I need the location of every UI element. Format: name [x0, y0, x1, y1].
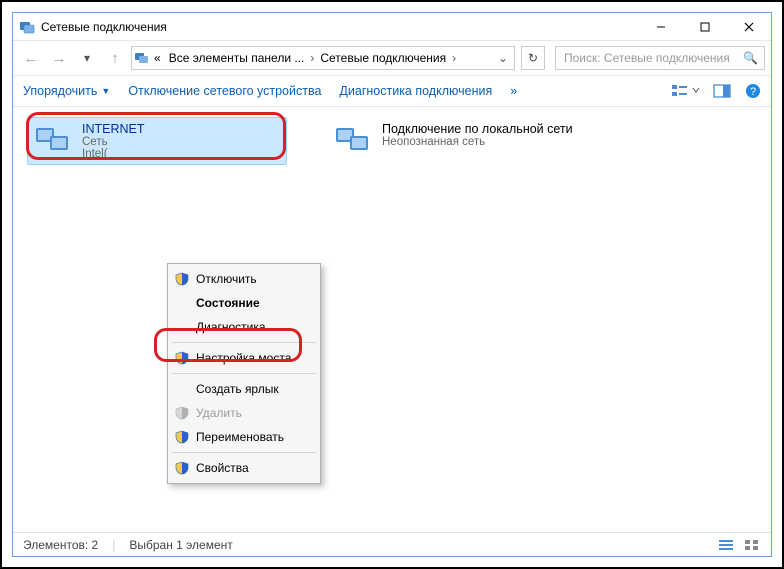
- ctx-status[interactable]: Состояние: [170, 291, 318, 315]
- chevron-down-icon: ▼: [101, 86, 110, 96]
- ctx-create-shortcut[interactable]: Создать ярлык: [170, 377, 318, 401]
- help-button[interactable]: ?: [745, 83, 761, 99]
- content-area[interactable]: INTERNET Сеть Intel( Подключение по лока…: [13, 107, 771, 532]
- up-button[interactable]: ↑: [103, 46, 127, 70]
- shield-icon: [175, 461, 189, 475]
- maximize-button[interactable]: [683, 13, 727, 41]
- ctx-label: Свойства: [196, 461, 249, 475]
- status-count: Элементов: 2: [23, 538, 98, 552]
- context-menu: Отключить Состояние Диагностика Настройк…: [167, 263, 321, 484]
- address-prefix: «: [150, 51, 165, 65]
- large-icons-view-button[interactable]: [743, 538, 761, 552]
- forward-button[interactable]: →: [47, 46, 71, 70]
- address-bar[interactable]: « Все элементы панели ... › Сетевые подк…: [131, 46, 515, 70]
- window-title: Сетевые подключения: [41, 20, 167, 34]
- nav-row: ← → ▾ ↑ « Все элементы панели ... › Сете…: [13, 41, 771, 75]
- ctx-delete: Удалить: [170, 401, 318, 425]
- minimize-button[interactable]: [639, 13, 683, 41]
- network-icon: [34, 122, 74, 156]
- separator: [172, 373, 316, 374]
- disable-device-label: Отключение сетевого устройства: [128, 84, 321, 98]
- address-history-dropdown[interactable]: ⌄: [494, 51, 512, 65]
- refresh-button[interactable]: ↻: [521, 46, 545, 70]
- ctx-rename[interactable]: Переименовать: [170, 425, 318, 449]
- connection-name: Подключение по локальной сети: [382, 122, 573, 136]
- chevron-right-icon[interactable]: ›: [450, 51, 458, 65]
- separator: |: [112, 538, 115, 552]
- disable-device-button[interactable]: Отключение сетевого устройства: [128, 84, 321, 98]
- toolbar-overflow[interactable]: »: [510, 84, 517, 98]
- connection-item-lan[interactable]: Подключение по локальной сети Неопознанн…: [327, 117, 587, 165]
- shield-icon: [175, 406, 189, 420]
- diagnose-button[interactable]: Диагностика подключения: [339, 84, 492, 98]
- network-icon: [334, 122, 374, 156]
- view-options-button[interactable]: [671, 83, 699, 99]
- ctx-label: Удалить: [196, 406, 242, 420]
- app-icon: [19, 19, 35, 35]
- diagnose-label: Диагностика подключения: [339, 84, 492, 98]
- ctx-properties[interactable]: Свойства: [170, 456, 318, 480]
- titlebar: Сетевые подключения: [13, 13, 771, 41]
- recent-dropdown[interactable]: ▾: [75, 46, 99, 70]
- search-input[interactable]: [562, 50, 739, 66]
- separator: [172, 342, 316, 343]
- search-box[interactable]: 🔍: [555, 46, 765, 70]
- shield-icon: [175, 430, 189, 444]
- command-bar: Упорядочить ▼ Отключение сетевого устройс…: [13, 75, 771, 107]
- ctx-label: Переименовать: [196, 430, 284, 444]
- shield-icon: [175, 272, 189, 286]
- close-button[interactable]: [727, 13, 771, 41]
- connection-device: Intel(: [82, 148, 145, 160]
- ctx-bridge[interactable]: Настройка моста: [170, 346, 318, 370]
- status-bar: Элементов: 2 | Выбран 1 элемент: [13, 532, 771, 556]
- separator: [172, 452, 316, 453]
- connection-status: Неопознанная сеть: [382, 136, 573, 148]
- overflow-label: »: [510, 84, 517, 98]
- details-view-button[interactable]: [717, 538, 735, 552]
- ctx-label: Настройка моста: [196, 351, 291, 365]
- connection-name: INTERNET: [82, 122, 145, 136]
- chevron-right-icon[interactable]: ›: [308, 51, 316, 65]
- ctx-label: Состояние: [196, 296, 260, 310]
- address-segment[interactable]: Все элементы панели ...: [165, 51, 309, 65]
- organize-label: Упорядочить: [23, 84, 97, 98]
- status-selected: Выбран 1 элемент: [129, 538, 232, 552]
- address-icon: [134, 50, 150, 66]
- ctx-label: Создать ярлык: [196, 382, 279, 396]
- ctx-diagnose[interactable]: Диагностика: [170, 315, 318, 339]
- ctx-label: Диагностика: [196, 320, 266, 334]
- back-button[interactable]: ←: [19, 46, 43, 70]
- preview-pane-button[interactable]: [713, 84, 731, 98]
- connection-item-internet[interactable]: INTERNET Сеть Intel(: [27, 117, 287, 165]
- ctx-label: Отключить: [196, 272, 257, 286]
- address-segment[interactable]: Сетевые подключения: [316, 51, 450, 65]
- connection-status: Сеть: [82, 136, 145, 148]
- ctx-disable[interactable]: Отключить: [170, 267, 318, 291]
- shield-icon: [175, 351, 189, 365]
- search-icon: 🔍: [743, 51, 758, 65]
- organize-menu[interactable]: Упорядочить ▼: [23, 84, 110, 98]
- svg-text:?: ?: [750, 86, 756, 98]
